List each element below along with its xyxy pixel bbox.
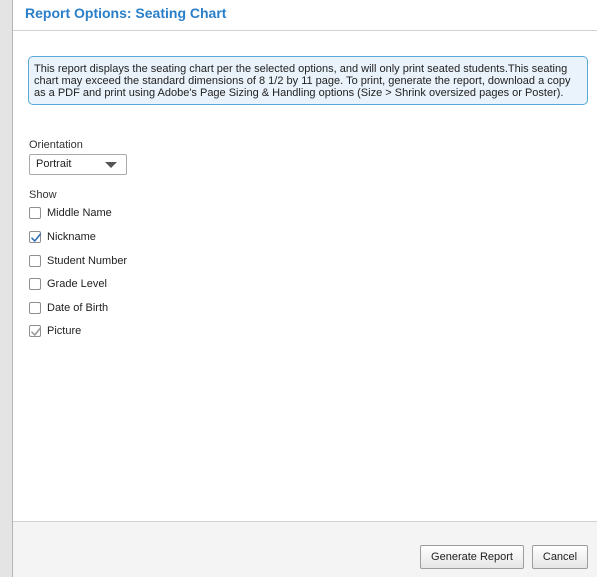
checkbox[interactable] (29, 207, 41, 219)
chevron-down-icon (105, 162, 117, 168)
generate-report-button[interactable]: Generate Report (420, 545, 524, 569)
show-label: Show (29, 189, 57, 201)
orientation-label: Orientation (29, 139, 83, 151)
dialog-title: Report Options: Seating Chart (25, 5, 227, 21)
checkbox-label: Nickname (47, 231, 96, 243)
checkbox-label: Picture (47, 325, 82, 337)
checkbox[interactable] (29, 302, 41, 314)
checkbox[interactable] (29, 255, 41, 267)
orientation-selected-value: Portrait (36, 158, 72, 170)
orientation-select[interactable]: Portrait (29, 154, 127, 175)
info-message: This report displays the seating chart p… (28, 56, 588, 105)
checkbox[interactable] (29, 278, 41, 290)
checkbox-label: Grade Level (47, 278, 107, 290)
checkbox-label: Student Number (47, 255, 128, 267)
checkmark-icon (31, 327, 42, 336)
checkbox-label: Middle Name (47, 207, 112, 219)
checkbox-label: Date of Birth (47, 302, 109, 314)
checkbox (29, 325, 42, 337)
title-divider (13, 30, 597, 31)
cancel-button[interactable]: Cancel (532, 545, 588, 569)
checkmark-icon (31, 233, 42, 242)
checkbox[interactable] (29, 231, 42, 243)
report-options-dialog: Report Options: Seating Chart This repor… (12, 0, 597, 577)
